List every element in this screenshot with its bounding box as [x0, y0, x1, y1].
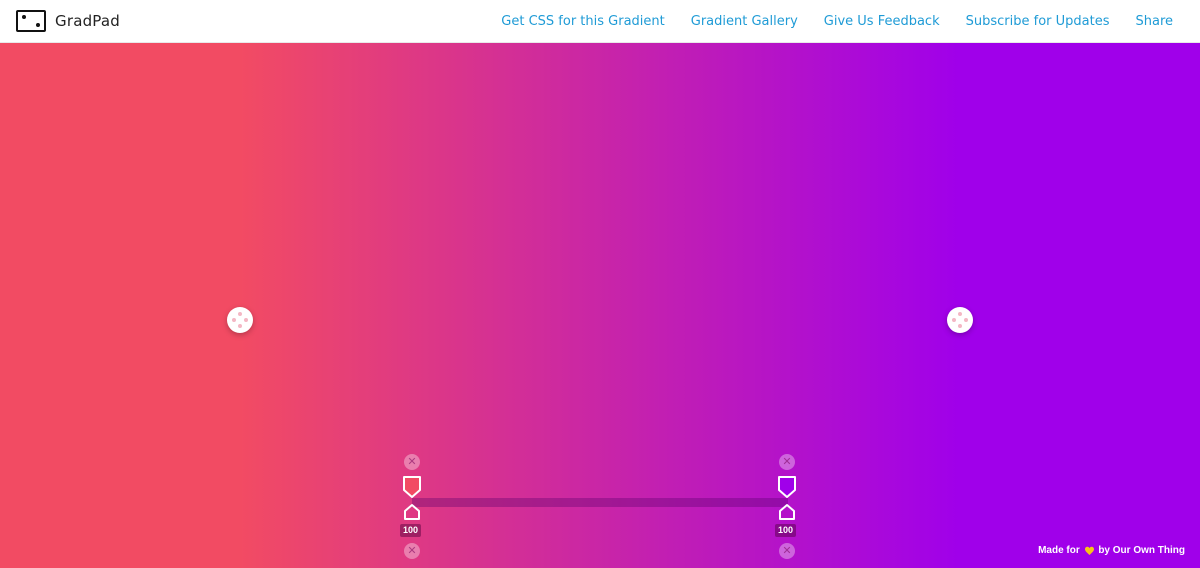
gradient-start-handle[interactable] [227, 307, 253, 333]
remove-stop-bottom-close-icon[interactable]: ✕ [404, 543, 420, 559]
top-bar: GradPad Get CSS for this Gradient Gradie… [0, 0, 1200, 43]
stop-color-pin[interactable] [777, 475, 797, 499]
footer-made-for: Made for [1038, 545, 1080, 556]
gradient-end-handle[interactable] [947, 307, 973, 333]
stop-opacity-label: 100 [775, 524, 797, 537]
brand-name: GradPad [55, 12, 120, 30]
stop-opacity-label: 100 [400, 524, 422, 537]
brand[interactable]: GradPad [16, 0, 120, 43]
nav-share[interactable]: Share [1135, 14, 1173, 29]
nav-gradient-gallery[interactable]: Gradient Gallery [691, 14, 798, 29]
nav-subscribe[interactable]: Subscribe for Updates [966, 14, 1110, 29]
remove-stop-top-close-icon[interactable]: ✕ [404, 454, 420, 470]
main-nav: Get CSS for this Gradient Gradient Galle… [475, 0, 1173, 43]
remove-stop-top-close-icon[interactable]: ✕ [779, 454, 795, 470]
gradient-stop-track[interactable] [412, 498, 788, 507]
gradient-canvas[interactable]: ✕ 100 ✕ ✕ 100 ✕ [0, 43, 1200, 568]
footer-by: by Our Own Thing [1098, 545, 1185, 556]
stop-opacity-pin[interactable] [403, 503, 421, 521]
heart-icon [1084, 546, 1094, 555]
gradpad-logo-icon [16, 10, 46, 32]
nav-get-css[interactable]: Get CSS for this Gradient [501, 14, 664, 29]
nav-give-feedback[interactable]: Give Us Feedback [824, 14, 940, 29]
stop-opacity-pin[interactable] [778, 503, 796, 521]
remove-stop-bottom-close-icon[interactable]: ✕ [779, 543, 795, 559]
footer-credit[interactable]: Made for by Our Own Thing [1038, 545, 1185, 556]
stop-color-pin[interactable] [402, 475, 422, 499]
